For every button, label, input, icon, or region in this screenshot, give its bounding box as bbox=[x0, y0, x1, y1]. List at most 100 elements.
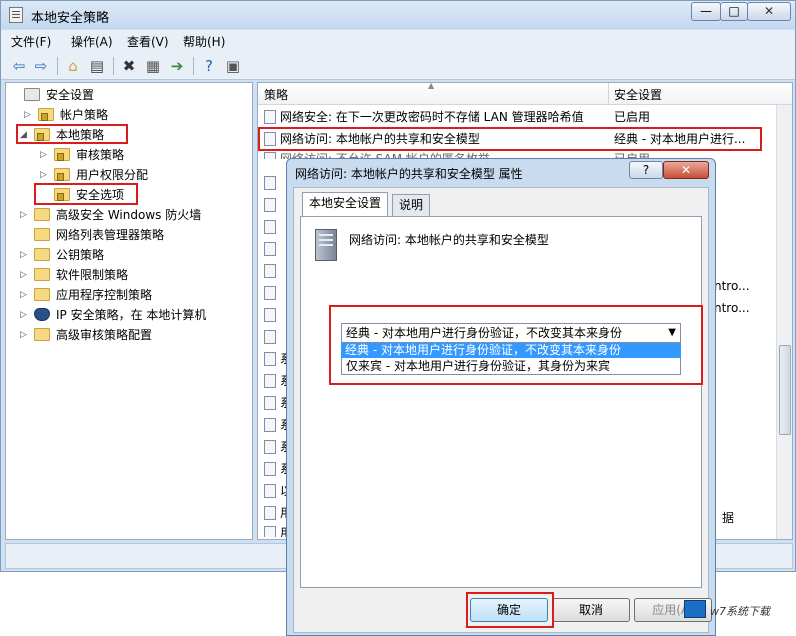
delete-icon[interactable]: ✖ bbox=[119, 56, 139, 76]
column-headers: 策略 安全设置 ▲ bbox=[258, 81, 792, 105]
table-row[interactable] bbox=[258, 261, 288, 281]
folder-icon bbox=[34, 288, 50, 301]
show-tree-icon[interactable]: ▤ bbox=[87, 56, 107, 76]
dialog-close-button[interactable]: ✕ bbox=[663, 161, 709, 179]
expand-arrow-icon[interactable]: ▷ bbox=[40, 146, 50, 164]
window-title: 本地安全策略 bbox=[31, 11, 110, 26]
table-row[interactable]: 系 bbox=[258, 415, 288, 435]
table-row[interactable]: 用 bbox=[258, 523, 288, 537]
policy-icon bbox=[264, 418, 276, 432]
export-icon[interactable]: ➔ bbox=[167, 56, 187, 76]
table-row[interactable]: 网络安全: 在下一次更改密码时不存储 LAN 管理器哈希值 已启用 bbox=[258, 107, 778, 127]
menu-action[interactable]: 操作(A) bbox=[71, 33, 113, 50]
folder-icon bbox=[34, 328, 50, 341]
policy-icon bbox=[264, 484, 276, 498]
properties-dialog: 网络访问: 本地帐户的共享和安全模型 属性 ? ✕ 本地安全设置 说明 网络访问… bbox=[286, 158, 716, 636]
table-row[interactable]: 以 bbox=[258, 481, 288, 501]
folder-icon bbox=[34, 228, 50, 241]
partial-value: ntro... bbox=[714, 279, 750, 293]
table-row[interactable]: 用 bbox=[258, 503, 288, 523]
dialog-body: 本地安全设置 说明 网络访问: 本地帐户的共享和安全模型 经典 - 对本地用户进… bbox=[293, 187, 712, 633]
table-row[interactable]: 系 bbox=[258, 393, 288, 413]
expand-arrow-icon[interactable]: ▷ bbox=[20, 206, 30, 224]
policy-icon bbox=[264, 396, 276, 410]
policy-icon bbox=[264, 242, 276, 256]
forward-icon[interactable]: ⇨ bbox=[31, 56, 51, 76]
policy-name: 网络访问: 本地帐户的共享和安全模型 bbox=[349, 233, 549, 247]
tab-explain[interactable]: 说明 bbox=[392, 194, 431, 216]
policy-icon bbox=[264, 264, 276, 278]
minimize-button[interactable]: — bbox=[691, 2, 721, 21]
toolbar: ⇦ ⇨ ⌂ ▤ ✖ ▦ ➔ ? ▣ bbox=[1, 52, 795, 80]
menu-file[interactable]: 文件(F) bbox=[11, 33, 51, 50]
shield-icon bbox=[34, 308, 50, 321]
sort-arrow-icon: ▲ bbox=[428, 81, 435, 90]
cancel-button[interactable]: 取消 bbox=[552, 598, 630, 622]
column-header-policy[interactable]: 策略 bbox=[264, 86, 288, 103]
properties-icon[interactable]: ▦ bbox=[143, 56, 163, 76]
expand-arrow-icon[interactable]: ▷ bbox=[24, 106, 34, 124]
table-row[interactable] bbox=[258, 195, 288, 215]
close-button[interactable]: ✕ bbox=[747, 2, 791, 21]
column-header-setting[interactable]: 安全设置 bbox=[614, 86, 662, 103]
table-row[interactable]: 系 bbox=[258, 437, 288, 457]
maximize-button[interactable]: □ bbox=[720, 2, 748, 21]
table-row[interactable] bbox=[258, 173, 288, 193]
policy-icon bbox=[264, 152, 276, 159]
folder-icon bbox=[38, 108, 54, 121]
policy-icon bbox=[264, 110, 276, 124]
folder-icon bbox=[34, 248, 50, 261]
dropdown-option-guest-only[interactable]: 仅来宾 - 对本地用户进行身份验证，其身份为来宾 bbox=[341, 358, 681, 375]
policy-icon bbox=[264, 462, 276, 476]
vertical-scrollbar[interactable] bbox=[776, 105, 792, 539]
dialog-help-button[interactable]: ? bbox=[629, 161, 663, 179]
table-row[interactable] bbox=[258, 283, 288, 303]
chevron-down-icon[interactable]: ▼ bbox=[668, 324, 676, 342]
highlight-selected-policy bbox=[258, 127, 762, 151]
folder-icon bbox=[54, 148, 70, 161]
console-icon[interactable]: ▣ bbox=[223, 56, 243, 76]
policy-icon bbox=[264, 176, 276, 190]
table-row[interactable] bbox=[258, 327, 288, 347]
table-row[interactable] bbox=[258, 239, 288, 259]
title-bar: 本地安全策略 — □ ✕ bbox=[1, 1, 795, 29]
policy-icon bbox=[264, 220, 276, 234]
security-model-select[interactable]: 经典 - 对本地用户进行身份验证，不改变其本来身份 ▼ bbox=[341, 323, 681, 343]
table-row[interactable]: 系 bbox=[258, 371, 288, 391]
expand-arrow-icon[interactable]: ▷ bbox=[20, 246, 30, 264]
tree-pane: 安全设置 ▷ 帐户策略 ◢ 本地策略 ▷ 审核策略 ▷ 用户权限分配 安全选项 bbox=[5, 82, 253, 540]
expand-arrow-icon[interactable]: ▷ bbox=[20, 326, 30, 344]
menu-help[interactable]: 帮助(H) bbox=[183, 33, 225, 50]
security-settings-icon bbox=[24, 88, 40, 101]
folder-icon bbox=[34, 268, 50, 281]
table-row[interactable]: 系 bbox=[258, 459, 288, 479]
tab-local-security-setting[interactable]: 本地安全设置 bbox=[302, 192, 389, 216]
table-row[interactable]: 系 bbox=[258, 349, 288, 369]
policy-icon bbox=[264, 308, 276, 322]
menu-view[interactable]: 查看(V) bbox=[127, 33, 169, 50]
scroll-thumb[interactable] bbox=[779, 345, 791, 435]
policy-icon bbox=[264, 198, 276, 212]
watermark-logo-icon bbox=[684, 600, 706, 618]
policy-icon bbox=[264, 526, 276, 537]
help-icon[interactable]: ? bbox=[199, 56, 219, 76]
policy-icon bbox=[264, 286, 276, 300]
server-policy-icon bbox=[315, 229, 337, 261]
policy-icon bbox=[264, 506, 276, 520]
table-row[interactable] bbox=[258, 217, 288, 237]
expand-arrow-icon[interactable]: ▷ bbox=[20, 266, 30, 284]
expand-arrow-icon[interactable]: ▷ bbox=[40, 166, 50, 184]
app-icon bbox=[9, 7, 23, 23]
folder-icon bbox=[54, 168, 70, 181]
menu-bar: 文件(F) 操作(A) 查看(V) 帮助(H) bbox=[1, 30, 795, 52]
partial-value: ntro... bbox=[714, 301, 750, 315]
up-folder-icon[interactable]: ⌂ bbox=[63, 56, 83, 76]
partial-value: 据 bbox=[722, 511, 735, 525]
expand-arrow-icon[interactable]: ▷ bbox=[20, 286, 30, 304]
highlight-security-options bbox=[34, 183, 138, 205]
dropdown-option-classic[interactable]: 经典 - 对本地用户进行身份验证，不改变其本来身份 bbox=[341, 343, 681, 358]
folder-icon bbox=[34, 208, 50, 221]
table-row[interactable] bbox=[258, 305, 288, 325]
expand-arrow-icon[interactable]: ▷ bbox=[20, 306, 30, 324]
back-icon[interactable]: ⇦ bbox=[9, 56, 29, 76]
